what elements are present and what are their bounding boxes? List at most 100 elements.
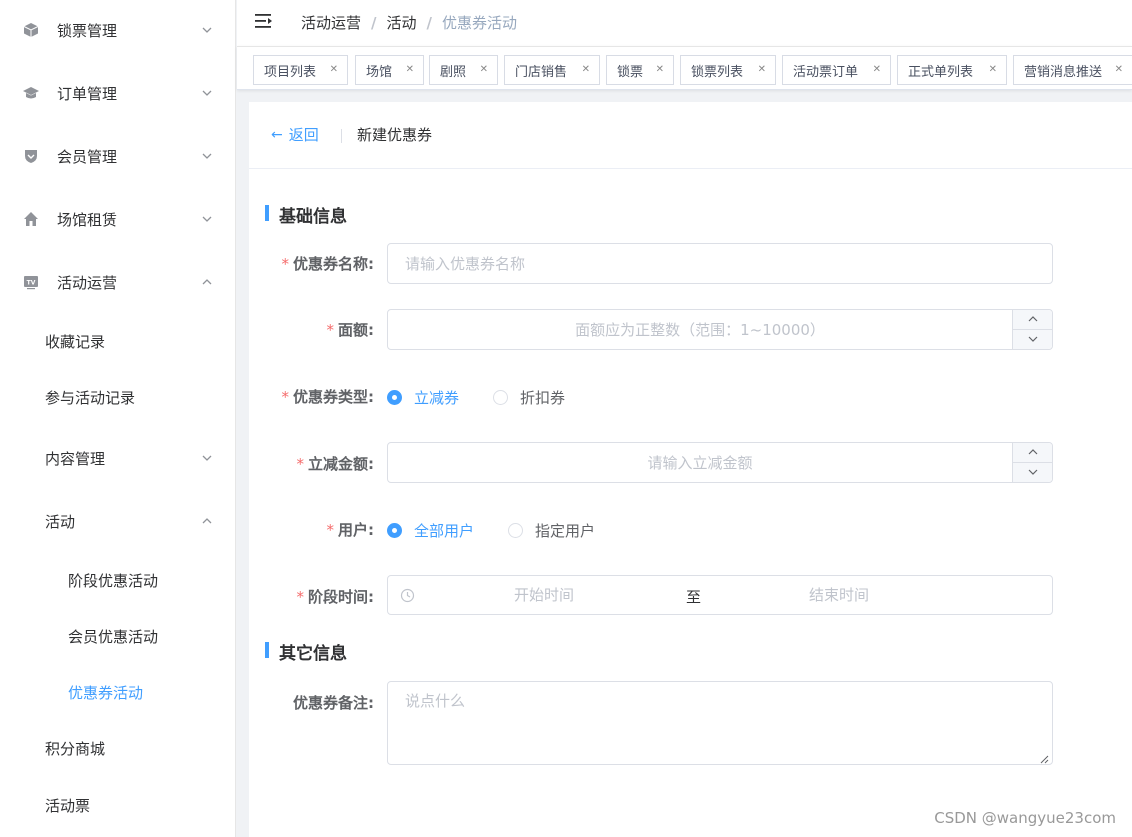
tag-label: 项目列表 bbox=[264, 64, 317, 80]
menu-label: 积分商城 bbox=[45, 739, 106, 758]
decrease-button[interactable] bbox=[1013, 330, 1053, 350]
required-mark: * bbox=[281, 388, 290, 406]
tag-label: 正式单列表 bbox=[908, 64, 974, 80]
coupon-type-label: * 优惠券类型: bbox=[249, 386, 375, 407]
chevron-up-icon bbox=[200, 514, 214, 528]
radio-dot bbox=[387, 390, 402, 405]
radio-label: 指定用户 bbox=[535, 522, 596, 540]
remark-field bbox=[387, 681, 1053, 765]
tag-formal-order-list[interactable]: 正式单列表 ✕ bbox=[897, 55, 1007, 85]
coupon-type-radio-group: 立减券 折扣券 bbox=[387, 387, 599, 408]
close-icon[interactable]: ✕ bbox=[989, 64, 997, 75]
menu-label: 会员管理 bbox=[57, 147, 118, 166]
arrow-left-icon: ← bbox=[271, 126, 283, 143]
required-mark: * bbox=[326, 521, 335, 539]
tags-view: 项目列表 ✕ 场馆 ✕ 剧照 ✕ 门店销售 ✕ 锁票 ✕ 锁票列表 ✕ 活动票订单 ✕ 正式单… bbox=[237, 46, 1132, 90]
required-mark: * bbox=[296, 455, 305, 473]
tag-venue[interactable]: 场馆 ✕ bbox=[355, 55, 424, 85]
radio-specified-users[interactable]: 指定用户 bbox=[508, 520, 595, 541]
menu-activity[interactable]: 活动 bbox=[0, 493, 236, 549]
menu-activity-tickets[interactable]: 活动票 bbox=[0, 777, 236, 833]
period-label: * 阶段时间: bbox=[249, 586, 375, 607]
coupon-name-input[interactable] bbox=[388, 244, 1052, 283]
graduation-cap-icon bbox=[22, 84, 40, 102]
menu-label: 场馆租赁 bbox=[57, 210, 118, 229]
radio-label: 立减券 bbox=[414, 389, 460, 407]
page-subtitle: 新建优惠券 bbox=[357, 126, 433, 144]
required-mark: * bbox=[281, 255, 290, 273]
breadcrumb-separator: / bbox=[371, 13, 377, 32]
chevron-down-icon bbox=[200, 149, 214, 163]
decrease-button[interactable] bbox=[1013, 463, 1053, 483]
tag-label: 门店销售 bbox=[515, 64, 568, 80]
close-icon[interactable]: ✕ bbox=[330, 64, 338, 75]
amount-stepper bbox=[1012, 310, 1053, 350]
tag-marketing-push[interactable]: 营销消息推送 ✕ bbox=[1013, 55, 1132, 85]
menu-activity-ops[interactable]: TV 活动运营 bbox=[0, 254, 236, 310]
menu-coupon-activity[interactable]: 优惠券活动 bbox=[0, 664, 236, 720]
back-button[interactable]: ← 返回 bbox=[271, 124, 319, 145]
remark-textarea[interactable] bbox=[388, 682, 1052, 764]
radio-percent-discount[interactable]: 折扣券 bbox=[493, 387, 565, 408]
radio-label: 全部用户 bbox=[414, 522, 475, 540]
increase-button[interactable] bbox=[1013, 443, 1053, 463]
hamburger-menu-icon[interactable] bbox=[254, 12, 274, 30]
close-icon[interactable]: ✕ bbox=[758, 64, 766, 75]
tag-project-list[interactable]: 项目列表 ✕ bbox=[253, 55, 348, 85]
end-time-input[interactable] bbox=[779, 586, 899, 604]
watermark: CSDN @wangyue23com bbox=[934, 809, 1116, 827]
close-icon[interactable]: ✕ bbox=[1115, 64, 1123, 75]
increase-button[interactable] bbox=[1013, 310, 1053, 330]
section-title-basic: 基础信息 bbox=[265, 202, 347, 227]
remark-label: 优惠券备注: bbox=[293, 694, 374, 712]
amount-input[interactable] bbox=[388, 310, 1052, 349]
close-icon[interactable]: ✕ bbox=[406, 64, 414, 75]
period-date-range[interactable]: 至 bbox=[387, 575, 1053, 615]
breadcrumb-item[interactable]: 活动 bbox=[387, 12, 417, 33]
menu-venue-rental[interactable]: 场馆租赁 bbox=[0, 191, 236, 247]
menu-members[interactable]: 会员管理 bbox=[0, 128, 236, 184]
home-icon bbox=[22, 210, 40, 228]
menu-points-mall[interactable]: 积分商城 bbox=[0, 720, 236, 776]
menu-label: 活动 bbox=[45, 512, 76, 531]
tag-stills[interactable]: 剧照 ✕ bbox=[429, 55, 498, 85]
close-icon[interactable]: ✕ bbox=[480, 64, 488, 75]
breadcrumb-item[interactable]: 活动运营 bbox=[301, 12, 361, 33]
label-text: 优惠券名称: bbox=[293, 255, 374, 273]
divider bbox=[341, 129, 342, 143]
start-time-input[interactable] bbox=[484, 586, 604, 604]
radio-dot bbox=[508, 523, 524, 538]
tag-activity-ticket-orders[interactable]: 活动票订单 ✕ bbox=[782, 55, 891, 85]
menu-participation-records[interactable]: 参与活动记录 bbox=[0, 369, 236, 425]
close-icon[interactable]: ✕ bbox=[656, 64, 664, 75]
chevron-up-icon bbox=[1028, 316, 1038, 322]
menu-stage-discount[interactable]: 阶段优惠活动 bbox=[0, 552, 236, 608]
chevron-up-icon bbox=[1028, 449, 1038, 455]
tag-store-sales[interactable]: 门店销售 ✕ bbox=[504, 55, 600, 85]
menu-orders[interactable]: 订单管理 bbox=[0, 65, 236, 121]
resize-handle-icon[interactable] bbox=[1040, 752, 1049, 764]
radio-instant-discount[interactable]: 立减券 bbox=[387, 387, 459, 408]
tag-ticket-lock-list[interactable]: 锁票列表 ✕ bbox=[680, 55, 776, 85]
range-separator: 至 bbox=[686, 588, 702, 606]
close-icon[interactable]: ✕ bbox=[582, 64, 590, 75]
reduce-amount-input[interactable] bbox=[388, 443, 1052, 482]
radio-dot bbox=[387, 523, 402, 538]
close-icon[interactable]: ✕ bbox=[873, 64, 881, 75]
tag-label: 活动票订单 bbox=[793, 64, 859, 80]
cube-icon bbox=[22, 21, 40, 39]
amount-field bbox=[387, 309, 1053, 350]
menu-content-management[interactable]: 内容管理 bbox=[0, 430, 236, 486]
reduce-amount-stepper bbox=[1012, 443, 1053, 483]
menu-ticket-lock[interactable]: 锁票管理 bbox=[0, 2, 236, 58]
menu-label: 活动票 bbox=[45, 796, 91, 815]
users-label: * 用户: bbox=[249, 519, 375, 540]
menu-member-discount[interactable]: 会员优惠活动 bbox=[0, 608, 236, 664]
reduce-amount-label: * 立减金额: bbox=[249, 453, 375, 474]
reduce-amount-field bbox=[387, 442, 1053, 483]
tag-ticket-lock[interactable]: 锁票 ✕ bbox=[606, 55, 674, 85]
breadcrumb-current: 优惠券活动 bbox=[442, 14, 518, 32]
radio-all-users[interactable]: 全部用户 bbox=[387, 520, 474, 541]
menu-favorites-records[interactable]: 收藏记录 bbox=[0, 313, 236, 369]
chevron-down-icon bbox=[200, 212, 214, 226]
